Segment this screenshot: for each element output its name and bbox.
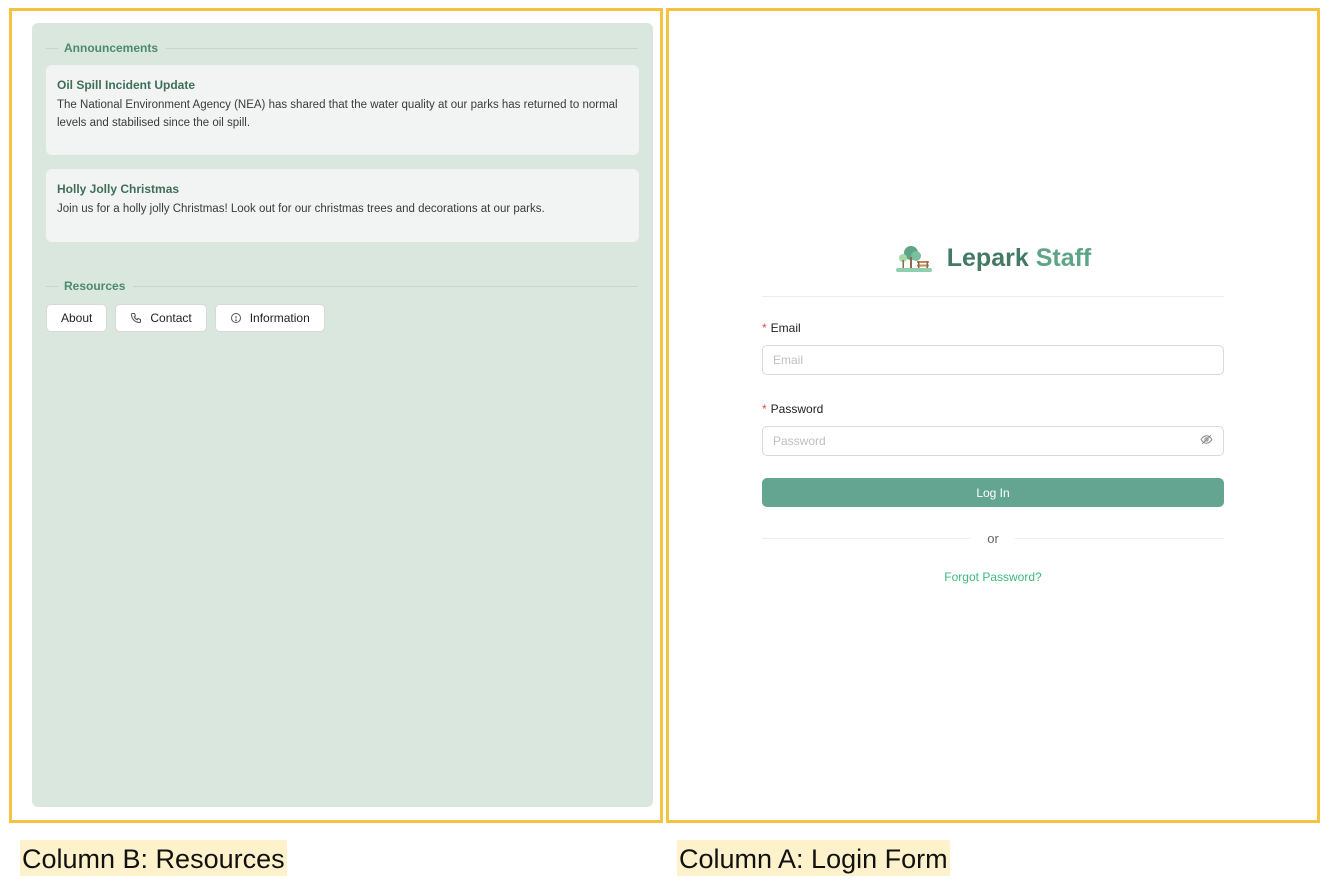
park-logo-icon [895, 246, 932, 272]
announcement-card: Oil Spill Incident Update The National E… [46, 65, 639, 155]
email-placeholder: Email [773, 353, 804, 367]
brand-divider [762, 296, 1224, 297]
resource-buttons: About Contact Information [46, 304, 325, 332]
caption-column-a: Column A: Login Form [677, 840, 950, 876]
information-button[interactable]: Information [214, 304, 325, 332]
brand: Lepark Staff [762, 240, 1224, 276]
announcements-divider: Announcements [46, 41, 638, 55]
info-circle-icon [230, 312, 242, 324]
resources-divider: Resources [46, 279, 638, 293]
announcement-title: Holly Jolly Christmas [57, 182, 180, 196]
announcement-text: The National Environment Agency (NEA) ha… [57, 99, 618, 129]
password-placeholder: Password [773, 434, 826, 448]
or-text: or [987, 531, 999, 546]
forgot-password-link[interactable]: Forgot Password? [762, 570, 1224, 584]
about-button[interactable]: About [46, 304, 108, 332]
brand-name: Lepark Staff [947, 244, 1092, 273]
about-button-label: About [61, 311, 93, 325]
brand-name-second: Staff [1035, 243, 1092, 272]
email-label: * Email [762, 321, 801, 335]
announcement-text: Join us for a holly jolly Christmas! Loo… [57, 203, 545, 215]
information-button-label: Information [249, 311, 310, 325]
login-button[interactable]: Log In [762, 478, 1224, 507]
eye-slash-icon[interactable] [1200, 433, 1213, 449]
announcement-title: Oil Spill Incident Update [57, 78, 196, 92]
announcement-card: Holly Jolly Christmas Join us for a holl… [46, 169, 639, 242]
email-field[interactable]: Email [762, 345, 1224, 375]
contact-button[interactable]: Contact [115, 304, 207, 332]
caption-column-b: Column B: Resources [20, 840, 287, 876]
phone-icon [130, 312, 142, 324]
brand-name-first: Lepark [946, 243, 1029, 272]
password-field[interactable]: Password [762, 426, 1224, 456]
password-label: * Password [762, 402, 824, 416]
login-form: Lepark Staff * Email Email * Password Pass… [762, 240, 1224, 584]
or-divider: or [762, 531, 1224, 546]
contact-button-label: Contact [150, 311, 192, 325]
login-button-label: Log In [976, 485, 1010, 500]
resources-heading: Resources [64, 279, 126, 293]
announcements-heading: Announcements [64, 41, 159, 55]
